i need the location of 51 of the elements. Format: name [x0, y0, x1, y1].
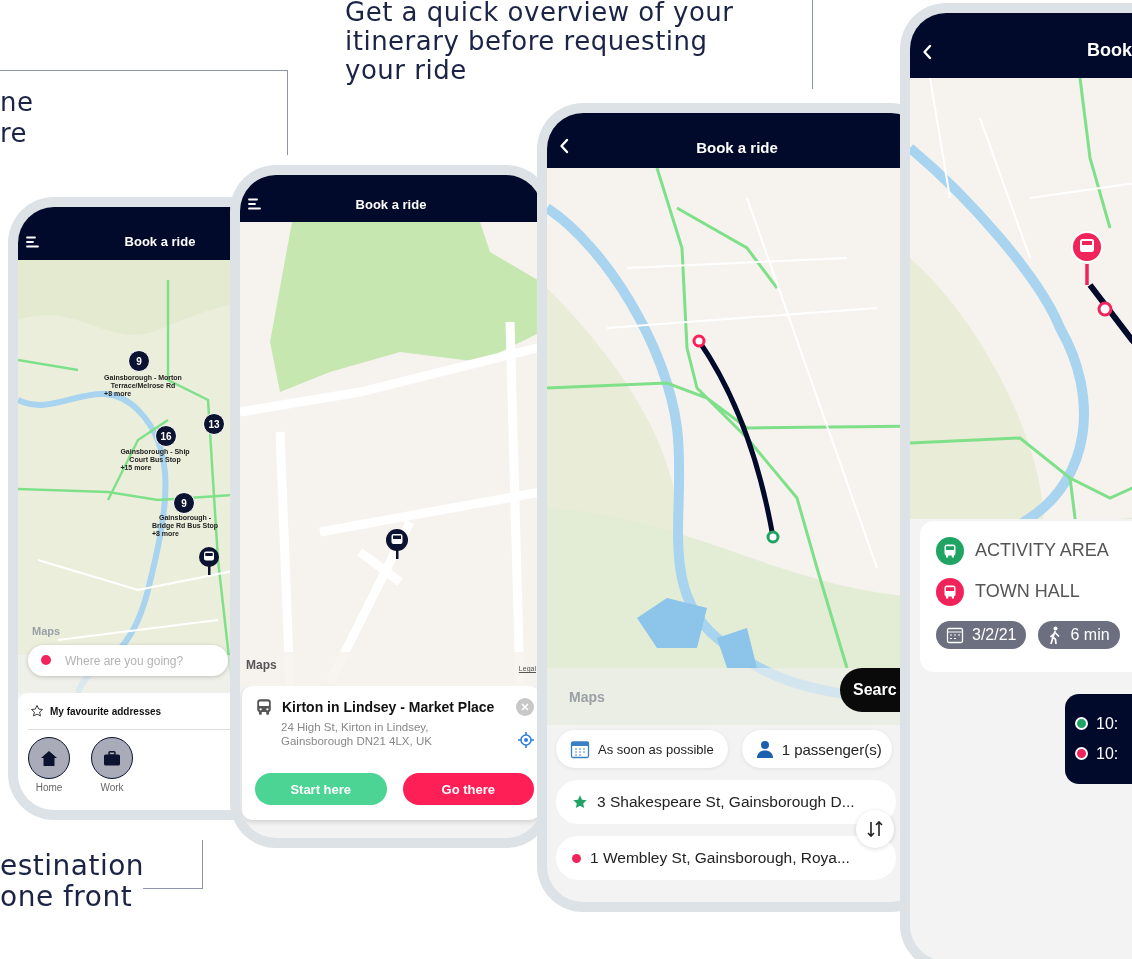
time-text: 10:	[1096, 744, 1119, 763]
screen-title: Book	[1087, 40, 1132, 61]
menu-icon[interactable]	[26, 236, 40, 248]
bus-icon	[255, 698, 273, 716]
origin-field[interactable]: 3 Shakespeare St, Gainsborough D...	[556, 780, 896, 824]
section-title: My favourite addresses	[50, 705, 162, 717]
stop-name: ACTIVITY AREA	[975, 540, 1109, 561]
menu-icon[interactable]	[248, 198, 262, 210]
bus-icon	[942, 583, 958, 600]
locate-icon[interactable]	[518, 732, 534, 748]
bus-pin-icon	[385, 528, 409, 560]
close-icon	[521, 703, 529, 711]
origin-marker	[692, 334, 706, 348]
date-time-chip[interactable]: As soon as possible	[556, 730, 728, 768]
destination-field[interactable]: 1 Wembley St, Gainsborough, Roya...	[556, 836, 896, 880]
bus-pin-icon	[198, 546, 220, 576]
place-name: Kirton in Lindsey - Market Place	[282, 699, 495, 715]
walk-time-chip: 6 min	[1038, 620, 1120, 649]
swap-icon	[866, 820, 884, 838]
calendar-icon	[570, 739, 590, 759]
caption-text: ne re	[0, 87, 34, 149]
date-chip: 3/2/21	[936, 620, 1027, 649]
go-there-button[interactable]: Go there	[402, 773, 534, 805]
time-text: 10:	[1096, 714, 1119, 733]
search-button[interactable]: Searc	[840, 668, 900, 712]
back-icon[interactable]	[559, 138, 569, 154]
caption-text: Get a quick overview of your itinerary before requesting your ride	[345, 0, 734, 85]
location-dot-icon	[41, 655, 51, 665]
caption-text: estination one front	[0, 850, 145, 912]
home-icon	[40, 749, 58, 767]
place-address: 24 High St, Kirton in Lindsey, Gainsborough DN21 4LX, UK	[281, 720, 432, 748]
map-credit: Maps	[569, 689, 605, 705]
screen-title: Book a ride	[124, 234, 196, 249]
bus-stop-marker	[1071, 231, 1103, 285]
calendar-icon	[946, 625, 964, 644]
person-icon	[755, 740, 774, 758]
location-dot-icon	[572, 853, 581, 863]
map-credit: Maps	[32, 625, 61, 637]
destination-marker	[766, 530, 780, 544]
star-icon	[572, 794, 588, 810]
back-icon[interactable]	[922, 44, 932, 60]
passenger-chip[interactable]: 1 passenger(s)	[741, 730, 892, 768]
origin-marker	[1097, 301, 1113, 317]
map-credit: Maps	[246, 658, 277, 672]
star-icon	[30, 704, 44, 718]
briefcase-icon	[103, 750, 121, 766]
stop-name: TOWN HALL	[975, 581, 1080, 602]
search-field[interactable]: Where are you going?	[28, 645, 228, 676]
bus-icon	[942, 542, 958, 559]
screen-title: Book a ride	[355, 197, 427, 212]
screen-title: Book a ride	[696, 139, 778, 156]
